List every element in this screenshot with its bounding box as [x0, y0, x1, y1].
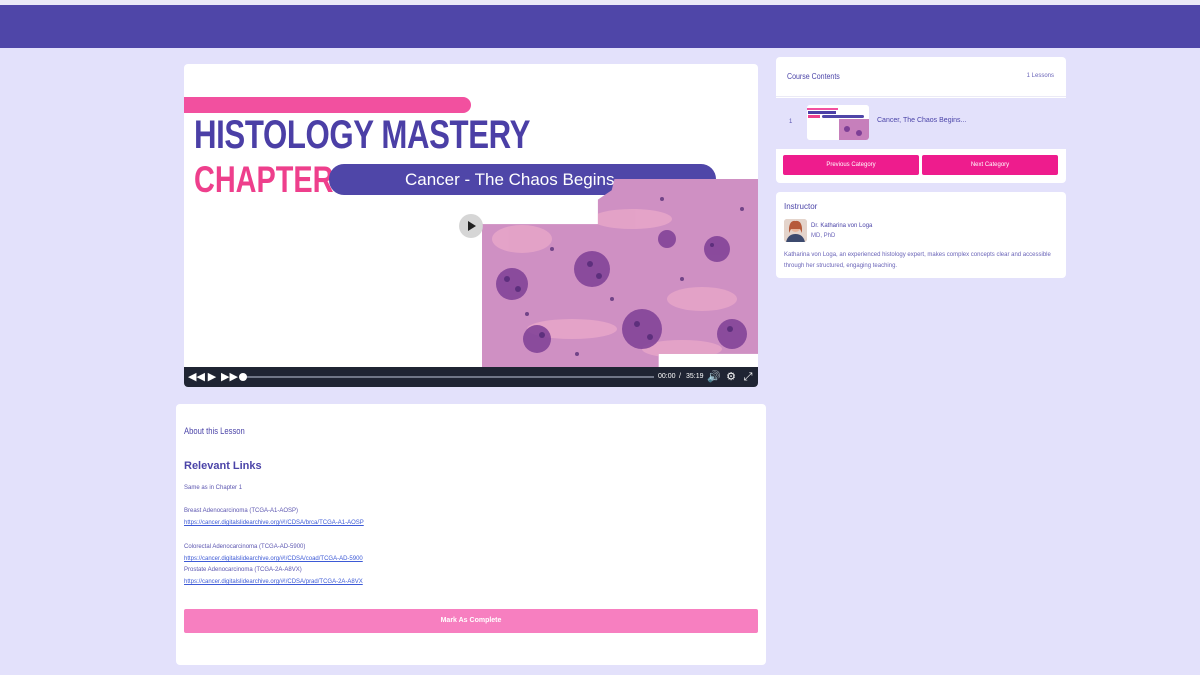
play-icon[interactable]: ▶ [204, 367, 220, 387]
link-label-colorectal: Colorectal Adenocarcinoma (TCGA-AD-5900) [184, 544, 306, 550]
lesson-number: 1 [789, 119, 793, 125]
link-colorectal[interactable]: https://cancer.digitalslidearchive.org/#… [184, 556, 363, 562]
previous-category-button[interactable]: Previous Category [783, 155, 919, 175]
links-note: Same as in Chapter 1 [184, 485, 243, 491]
course-contents-header: Course Contents 1 Lessons [776, 57, 1066, 97]
settings-icon[interactable]: ⚙ [723, 367, 739, 387]
link-prostate[interactable]: https://cancer.digitalslidearchive.org/#… [184, 579, 363, 585]
video-course-title: HISTOLOGY MASTERY [194, 113, 531, 157]
time-separator: / [679, 373, 681, 380]
fullscreen-icon[interactable]: ⤢ [740, 367, 756, 387]
volume-icon[interactable]: 🔊 [706, 367, 722, 387]
video-controls-bar: ◀◀ ▶ ▶▶ 00:00 / 35:19 🔊 ⚙ ⤢ [184, 367, 758, 387]
course-contents-card: Course Contents 1 Lessons 1 Cancer, The … [776, 57, 1066, 183]
lesson-item[interactable]: 1 Cancer, The Chaos Begins... [776, 98, 1066, 149]
lesson-thumbnail[interactable] [807, 105, 869, 140]
video-player[interactable]: HISTOLOGY MASTERY CHAPTER 2 Cancer - The… [184, 64, 758, 387]
lesson-title: Cancer, The Chaos Begins... [877, 117, 967, 124]
current-time: 00:00 [658, 373, 676, 380]
duration: 35:19 [686, 373, 704, 380]
instructor-bio: Katharina von Loga, an experienced histo… [784, 252, 1051, 269]
fast-forward-icon[interactable]: ▶▶ [221, 367, 238, 387]
progress-knob[interactable] [239, 373, 247, 381]
link-breast[interactable]: https://cancer.digitalslidearchive.org/#… [184, 520, 364, 526]
instructor-card: Instructor Dr. Katharina von Loga MD, Ph… [776, 192, 1066, 278]
course-contents-title: Course Contents [787, 72, 840, 81]
about-lesson-card: About this Lesson Relevant Links Same as… [176, 404, 766, 665]
about-lesson-title: About this Lesson [184, 426, 245, 436]
site-header [0, 5, 1200, 48]
next-category-button[interactable]: Next Category [922, 155, 1058, 175]
rewind-icon[interactable]: ◀◀ [188, 367, 205, 387]
title-accent-stripe [184, 97, 471, 113]
mark-complete-button[interactable]: Mark As Complete [184, 609, 758, 633]
link-label-prostate: Prostate Adenocarcinoma (TCGA-2A-A8VX) [184, 567, 302, 573]
instructor-title: Instructor [784, 202, 818, 211]
instructor-name: Dr. Katharina von Loga [811, 223, 873, 229]
big-play-button[interactable] [459, 214, 483, 238]
avatar [784, 219, 807, 242]
link-label-breast: Breast Adenocarcinoma (TCGA-A1-AOSP) [184, 508, 299, 514]
relevant-links-title: Relevant Links [184, 460, 262, 472]
lessons-count: 1 Lessons [1026, 73, 1054, 79]
histology-image [482, 179, 758, 367]
instructor-credentials: MD, PhD [811, 233, 836, 239]
progress-bar[interactable] [242, 376, 654, 378]
